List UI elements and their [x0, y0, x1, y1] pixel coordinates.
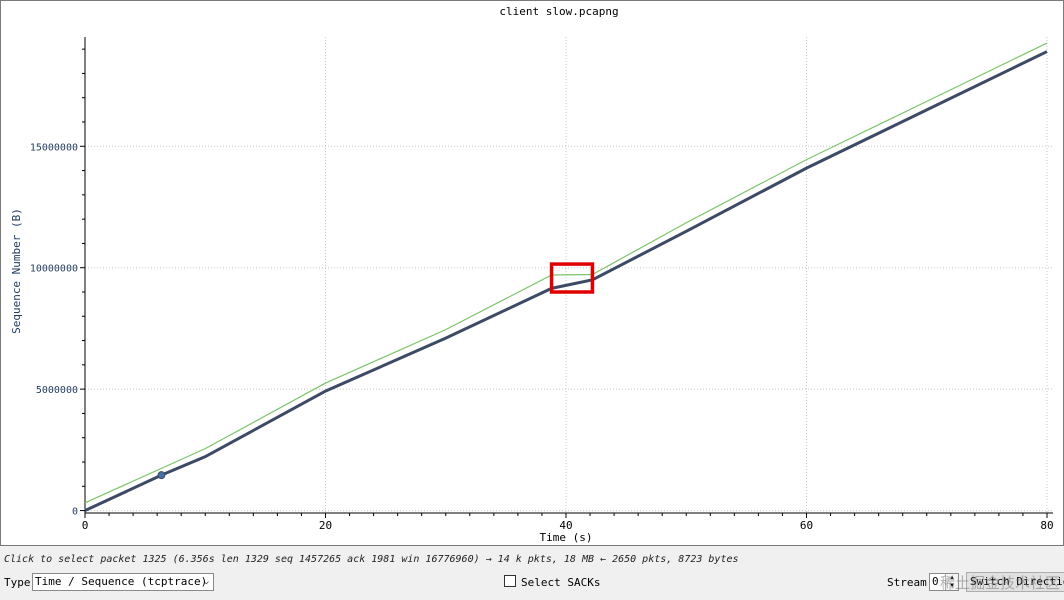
- graph-panel[interactable]: client slow.pcapng 0 20 40 60 80 0 5000000 10000…: [0, 0, 1064, 546]
- x-tick-label: 80: [1040, 519, 1053, 532]
- x-tick-label: 20: [319, 519, 332, 532]
- x-tick-label: 60: [800, 519, 813, 532]
- select-sacks-checkbox[interactable]: [504, 575, 516, 587]
- status-line: Click to select packet 1325 (6.356s len …: [4, 554, 739, 565]
- chevron-down-icon: ⌵: [203, 577, 209, 587]
- select-sacks-label: Select SACKs: [521, 576, 601, 589]
- graph-type-select[interactable]: Time / Sequence (tcptrace) ⌵: [32, 573, 214, 591]
- y-tick-label: 10000000: [30, 264, 78, 275]
- selected-packet-marker[interactable]: [157, 471, 166, 480]
- chart-title: client slow.pcapng: [499, 5, 618, 18]
- switch-direction-button[interactable]: Switch Direction: [966, 572, 1064, 592]
- y-axis-label: Sequence Number (B): [10, 208, 23, 334]
- y-tick-label: 5000000: [36, 385, 78, 396]
- stream-spinbox[interactable]: 0 ▲ ▼: [929, 573, 959, 591]
- x-axis-label: Time (s): [540, 531, 593, 544]
- spinner-arrows-icon[interactable]: ▲ ▼: [945, 574, 958, 590]
- stream-label: Stream: [887, 576, 927, 589]
- type-label: Type: [4, 576, 31, 589]
- sequence-line: [84, 50, 1048, 512]
- graph-type-value: Time / Sequence (tcptrace): [35, 575, 208, 588]
- y-tick-label: 15000000: [30, 142, 78, 153]
- y-tick-label: 0: [72, 507, 78, 518]
- stream-value: 0: [932, 575, 939, 588]
- x-tick-label: 0: [82, 519, 89, 532]
- tcp-stream-graph[interactable]: client slow.pcapng0 20 40 60 800500000010000…: [1, 1, 1064, 547]
